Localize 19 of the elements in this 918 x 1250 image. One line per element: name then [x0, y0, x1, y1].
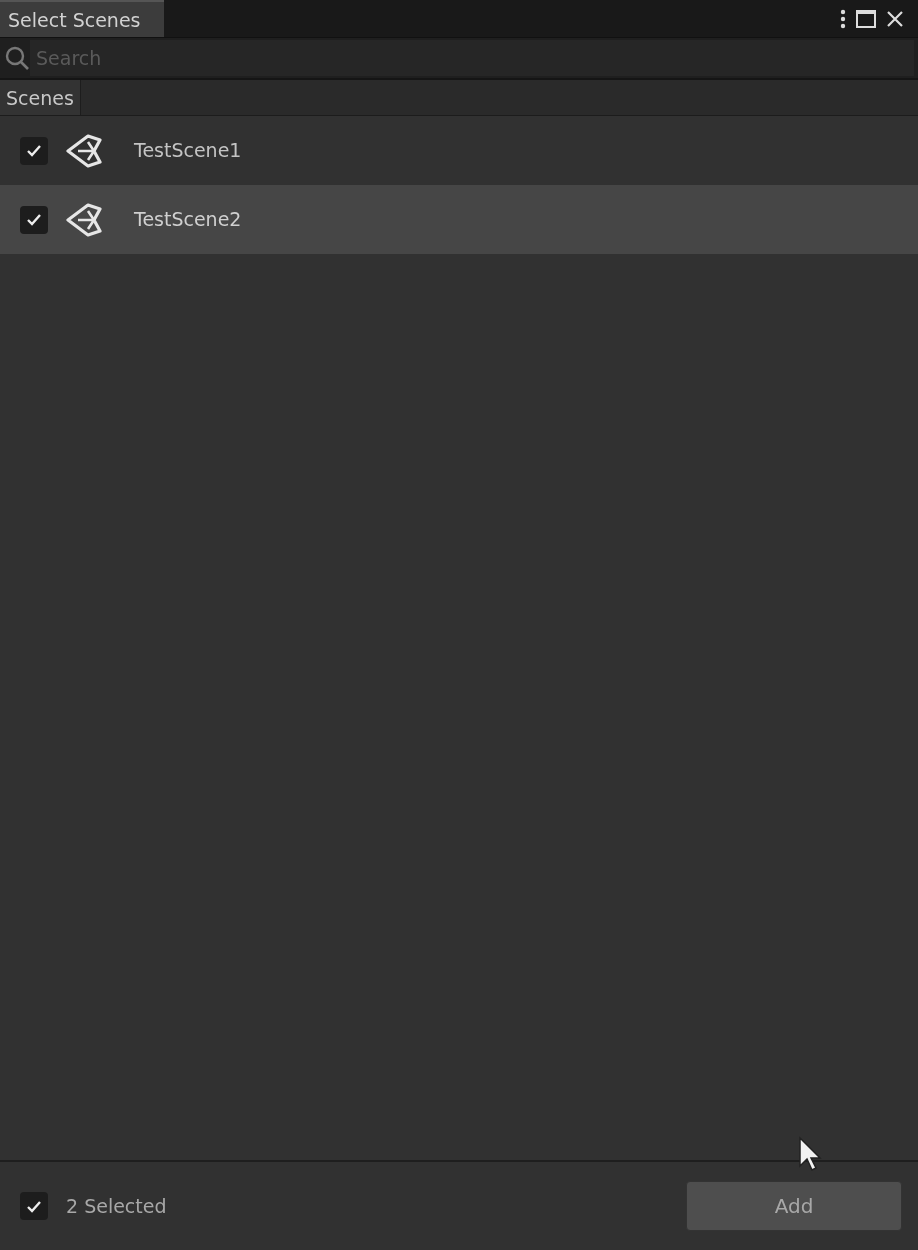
search-icon: [4, 45, 30, 71]
checkbox[interactable]: [20, 136, 48, 165]
scene-row[interactable]: TestScene2: [0, 185, 918, 254]
window-tab[interactable]: Select Scenes: [0, 0, 165, 37]
checkbox[interactable]: [20, 205, 48, 234]
selection-count: 2 Selected: [66, 1193, 167, 1219]
scene-name: TestScene1: [134, 138, 242, 164]
column-header[interactable]: Scenes: [0, 80, 81, 115]
more-icon[interactable]: [840, 8, 846, 29]
maximize-icon[interactable]: [856, 9, 876, 28]
cube-logo-icon: [66, 202, 102, 237]
close-icon[interactable]: [886, 9, 904, 28]
scene-name: TestScene2: [134, 207, 242, 233]
cube-logo-icon: [66, 133, 102, 168]
checkmark-icon: [26, 144, 42, 157]
checkbox[interactable]: [20, 1192, 48, 1220]
checkmark-icon: [26, 1199, 42, 1213]
add-button[interactable]: Add: [686, 1181, 902, 1231]
checkmark-icon: [26, 213, 42, 226]
